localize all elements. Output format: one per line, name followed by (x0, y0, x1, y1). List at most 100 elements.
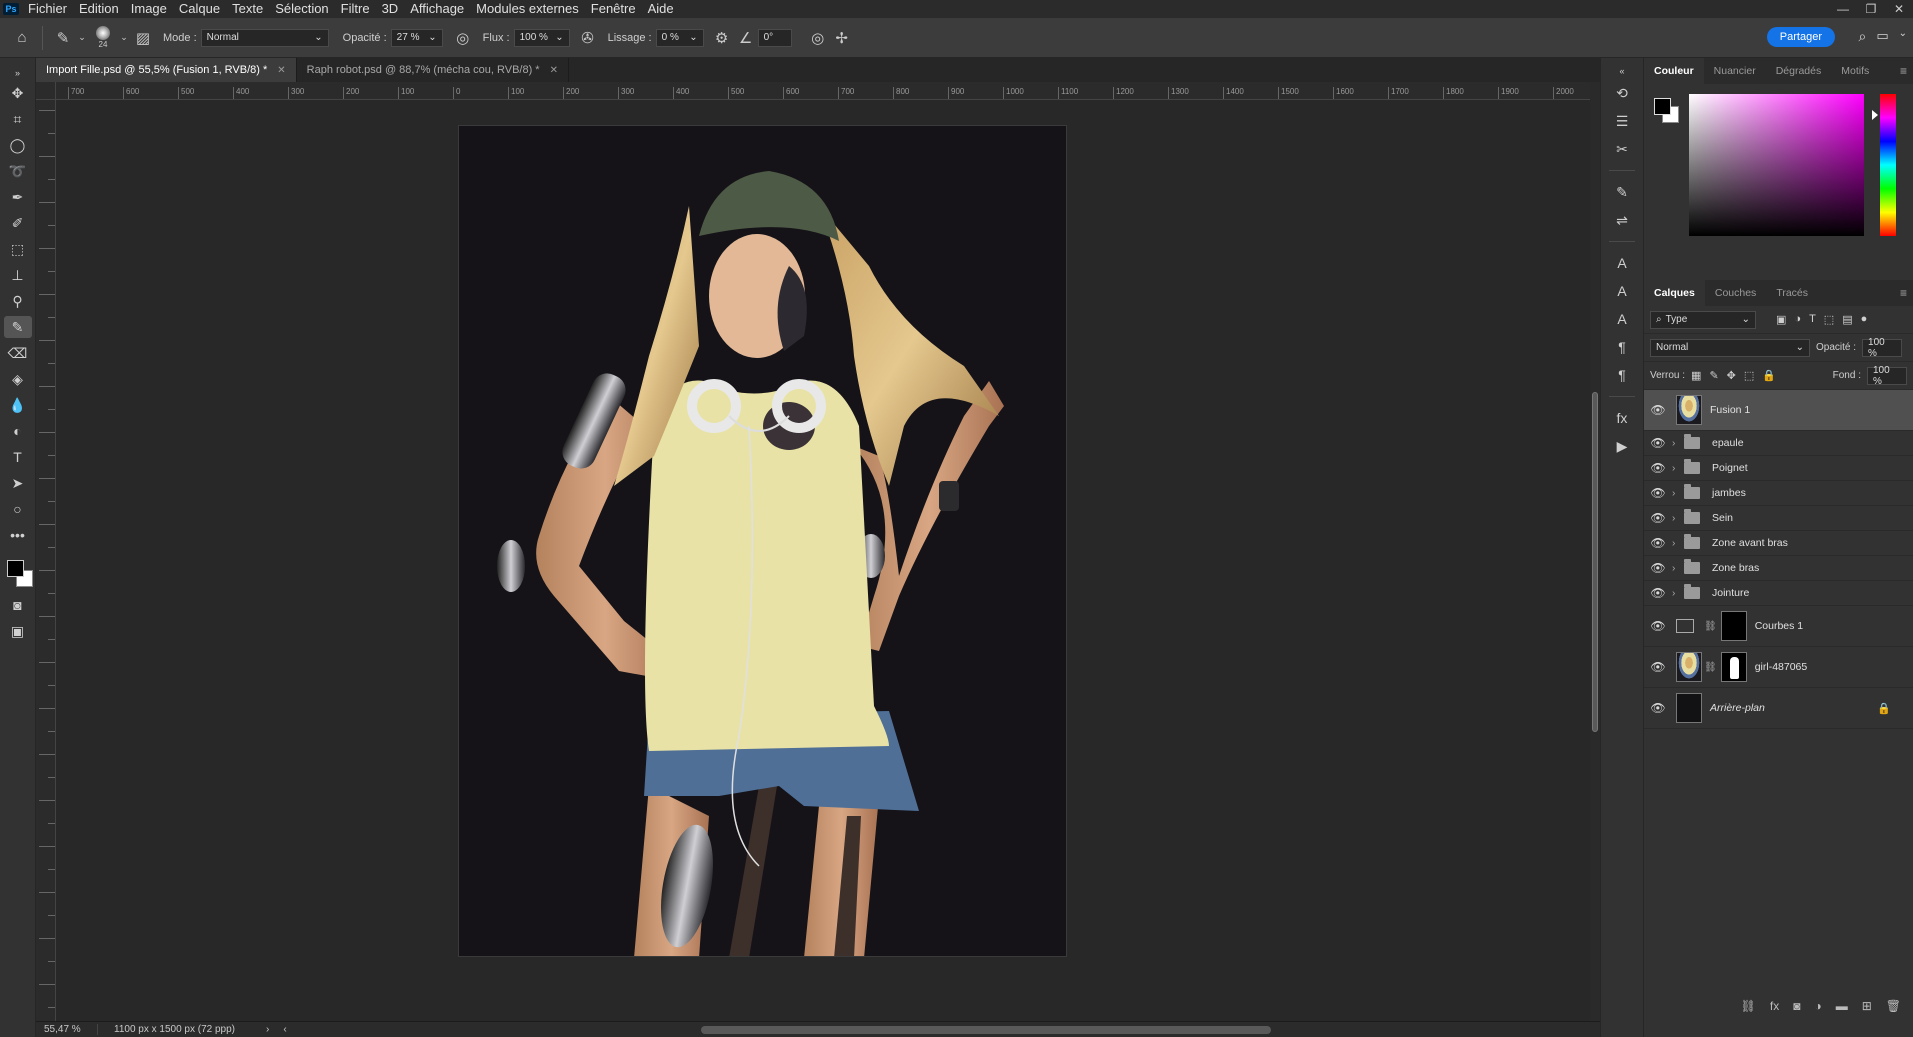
brush-tool-icon[interactable]: ✎ (51, 26, 75, 50)
app-logo[interactable]: Ps (0, 0, 22, 18)
move-tool-icon[interactable]: ✥ (4, 82, 32, 104)
restore-icon[interactable]: ❐ (1857, 0, 1885, 18)
eye-icon[interactable]: 👁 (1644, 660, 1672, 674)
glyphs-icon[interactable]: A (1609, 308, 1635, 330)
eye-icon[interactable]: 👁 (1644, 461, 1672, 475)
chevron-right-icon[interactable]: › (1672, 588, 1684, 599)
layer-group-jointure[interactable]: 👁 › Jointure (1644, 581, 1913, 606)
opacity-field[interactable]: 27 % ⌄ (390, 28, 443, 47)
paragraph-icon[interactable]: ¶ (1609, 336, 1635, 358)
paragraph-styles-icon[interactable]: ¶ (1609, 364, 1635, 386)
brush-settings-icon[interactable]: ▨ (131, 26, 155, 50)
more-tools-icon[interactable]: ••• (4, 524, 32, 546)
tab-calques[interactable]: Calques (1644, 280, 1705, 306)
collapse-icon[interactable]: « (1609, 66, 1635, 76)
brush-preset-picker[interactable]: 24 (89, 23, 117, 53)
airbrush-icon[interactable]: ✇ (576, 26, 600, 50)
type-tool-icon[interactable]: T (4, 446, 32, 468)
lock-position-icon[interactable]: ✥ (1727, 369, 1736, 382)
tab-raph-robot[interactable]: Raph robot.psd @ 88,7% (mécha cou, RVB/8… (297, 58, 569, 82)
color-field[interactable] (1689, 94, 1864, 236)
blur-tool-icon[interactable]: 💧 (4, 394, 32, 416)
layer-arriere-plan[interactable]: 👁 Arrière-plan 🔒 (1644, 688, 1913, 729)
layer-filter-select[interactable]: ⌕ Type ⌄ (1650, 310, 1756, 329)
menu-edition[interactable]: Edition (73, 0, 125, 18)
share-button[interactable]: Partager (1766, 27, 1835, 47)
menu-fenetre[interactable]: Fenêtre (585, 0, 642, 18)
menu-texte[interactable]: Texte (226, 0, 269, 18)
tools-icon[interactable]: ✂ (1609, 138, 1635, 160)
eye-icon[interactable]: 👁 (1644, 486, 1672, 500)
filter-shape-icon[interactable]: ⬚ (1824, 313, 1834, 326)
flow-field[interactable]: 100 % ⌄ (513, 28, 570, 47)
layer-group-poignet[interactable]: 👁 › Poignet (1644, 456, 1913, 481)
panel-menu-icon[interactable]: ≡ (1900, 64, 1907, 78)
menu-selection[interactable]: Sélection (269, 0, 334, 18)
zoom-level[interactable]: 55,47 % (36, 1024, 98, 1035)
elliptical-marquee-icon[interactable]: ◯ (4, 134, 32, 156)
delete-layer-icon[interactable]: 🗑 (1886, 999, 1901, 1013)
tab-nuancier[interactable]: Nuancier (1704, 58, 1766, 84)
hue-slider[interactable] (1880, 94, 1896, 236)
color-swatches[interactable] (4, 556, 33, 590)
eye-icon[interactable]: 👁 (1644, 561, 1672, 575)
layer-group-zone-bras[interactable]: 👁 › Zone bras (1644, 556, 1913, 581)
styles-fx-icon[interactable]: fx (1609, 407, 1635, 429)
brush-settings-icon[interactable]: ✎ (1609, 181, 1635, 203)
lasso-tool-icon[interactable]: ➰ (4, 160, 32, 182)
link-layers-icon[interactable]: ⛓ (1741, 999, 1756, 1013)
filter-type-icon[interactable]: T (1809, 313, 1816, 326)
quick-selection-icon[interactable]: ✐ (4, 212, 32, 234)
menu-modules-externes[interactable]: Modules externes (470, 0, 585, 18)
layer-courbes-1[interactable]: 👁 ⛓ Courbes 1 (1644, 606, 1913, 647)
tab-traces[interactable]: Tracés (1766, 280, 1818, 306)
ruler-corner[interactable] (36, 82, 56, 100)
dodge-tool-icon[interactable]: ◐ (4, 420, 32, 442)
chevron-down-icon[interactable]: ⌄ (117, 26, 131, 50)
quick-mask-icon[interactable]: ◙ (4, 594, 32, 616)
eye-icon[interactable]: 👁 (1644, 586, 1672, 600)
collapse-icon[interactable]: » (4, 68, 32, 78)
brushes-icon[interactable]: ⇌ (1609, 209, 1635, 231)
lock-artboard-icon[interactable]: ⬚ (1744, 369, 1754, 382)
filter-adjustment-icon[interactable]: ◑ (1794, 313, 1801, 326)
blend-mode-select[interactable]: Normal ⌄ (1650, 338, 1810, 357)
brush-tool-icon[interactable]: ✎ (3, 316, 32, 338)
document-info[interactable]: 1100 px x 1500 px (72 ppp) (98, 1024, 258, 1035)
layer-mask-thumbnail[interactable] (1720, 611, 1747, 641)
lock-icon[interactable]: 🔒 (1877, 702, 1891, 715)
lock-pixels-icon[interactable]: ✎ (1709, 369, 1718, 382)
history-icon[interactable]: ⟲ (1609, 82, 1635, 104)
layer-fusion-1[interactable]: 👁 Fusion 1 (1644, 390, 1913, 431)
close-tab-icon[interactable]: ✕ (277, 65, 285, 76)
layer-opacity-field[interactable]: 100 % (1862, 337, 1903, 359)
foreground-color[interactable] (6, 560, 24, 577)
chevron-right-icon[interactable]: › (1672, 463, 1684, 474)
menu-3d[interactable]: 3D (376, 0, 405, 18)
eye-icon[interactable]: 👁 (1644, 436, 1672, 450)
new-adjustment-icon[interactable]: ◑ (1814, 999, 1821, 1013)
smoothing-field[interactable]: 0 % ⌄ (655, 28, 704, 47)
search-icon[interactable]: ⌕ (1858, 28, 1866, 45)
layer-group-jambes[interactable]: 👁 › jambes (1644, 481, 1913, 506)
stamp-tool-icon[interactable]: ⊥ (4, 264, 32, 286)
lock-transparency-icon[interactable]: ▦ (1691, 369, 1701, 382)
menu-filtre[interactable]: Filtre (335, 0, 376, 18)
filter-toggle-icon[interactable]: ● (1861, 313, 1868, 326)
lock-all-icon[interactable]: 🔒 (1762, 369, 1776, 382)
chevron-right-icon[interactable]: › (1672, 538, 1684, 549)
ellipse-shape-icon[interactable]: ○ (4, 498, 32, 520)
screen-mode-icon[interactable]: ▣ (4, 620, 32, 642)
filter-pixel-icon[interactable]: ▣ (1776, 313, 1786, 326)
eye-icon[interactable]: 👁 (1644, 403, 1672, 417)
tab-couches[interactable]: Couches (1705, 280, 1766, 306)
eye-icon[interactable]: 👁 (1644, 511, 1672, 525)
tab-couleur[interactable]: Couleur (1644, 58, 1704, 84)
filter-smart-object-icon[interactable]: ▤ (1842, 313, 1852, 326)
layer-group-zone-avant-bras[interactable]: 👁 › Zone avant bras (1644, 531, 1913, 556)
paint-bucket-icon[interactable]: ◈ (4, 368, 32, 390)
character-icon[interactable]: A (1609, 252, 1635, 274)
close-tab-icon[interactable]: ✕ (550, 65, 558, 76)
chevron-down-icon[interactable]: ⌄ (1899, 28, 1907, 45)
tab-degrades[interactable]: Dégradés (1766, 58, 1832, 84)
